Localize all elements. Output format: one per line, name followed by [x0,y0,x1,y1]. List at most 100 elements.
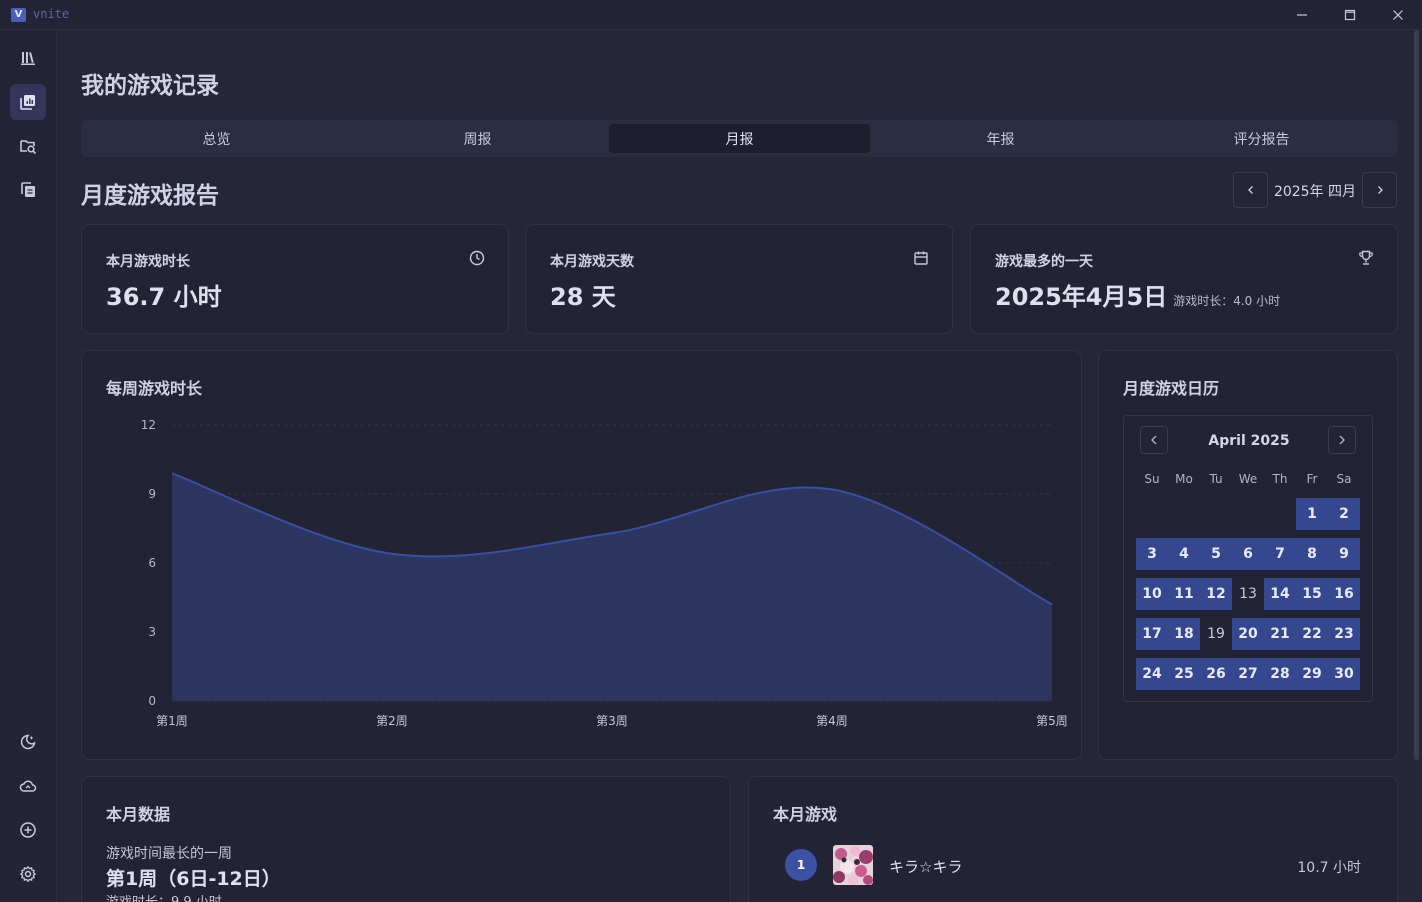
maximize-icon [1344,9,1356,21]
calendar-weekday-label: Fr [1306,472,1318,486]
copy-icon [21,182,35,197]
calendar-day[interactable]: 7 [1264,538,1296,570]
calendar-day[interactable]: 25 [1168,658,1200,690]
sidebar-item-record[interactable] [10,84,46,120]
scan-icon [20,140,37,155]
calendar-day[interactable]: 2 [1328,498,1360,530]
sidebar-item-library[interactable] [10,40,46,76]
calendar-day[interactable]: 27 [1232,658,1264,690]
calendar-weekday-label: Th [1272,472,1288,486]
maximize-button[interactable] [1327,0,1373,30]
sidebar-item-theme[interactable] [10,724,46,760]
calendar: April 2025 Su Mo Tu We Th Fr Sa 1 2 3 4 5 6 7 8 9 10 11 12… [1123,415,1373,702]
x-tick-label: 第3周 [596,714,628,728]
calendar-day[interactable]: 26 [1200,658,1232,690]
app-logo: V [11,8,26,22]
calendar-day[interactable]: 16 [1328,578,1360,610]
calendar-prev-button[interactable] [1140,426,1168,454]
calendar-day[interactable]: 4 [1168,538,1200,570]
rank-badge: 1 [785,849,817,881]
y-tick-label: 12 [141,418,156,432]
sidebar-item-settings[interactable] [10,856,46,892]
x-tick-label: 第1周 [156,714,188,728]
stat-card-total-time: 本月游戏时长 36.7 小时 [81,224,509,334]
stat-value: 28 天 [550,277,616,312]
calendar-day[interactable]: 24 [1136,658,1168,690]
stat-card-top-day: 游戏最多的一天 2025年4月5日 游戏时长：4.0 小时 [970,224,1398,334]
y-tick-label: 9 [148,487,156,501]
calendar-day[interactable]: 8 [1296,538,1328,570]
sidebar-item-scan[interactable] [10,128,46,164]
calendar-day[interactable]: 19 [1200,618,1232,650]
minimize-icon [1297,14,1307,16]
stat-label: 游戏最多的一天 [995,254,1093,270]
calendar-icon [914,251,928,265]
x-tick-label: 第4周 [816,714,848,728]
next-month-button[interactable] [1362,172,1397,208]
calendar-day[interactable]: 17 [1136,618,1168,650]
sidebar-item-copy[interactable] [10,172,46,208]
calendar-day[interactable]: 14 [1264,578,1296,610]
y-tick-label: 6 [148,556,156,570]
calendar-day[interactable]: 30 [1328,658,1360,690]
weekly-time-chart: 0 3 6 9 12 第1周 第2周 第3周 第4周 第5周 [141,418,1068,728]
stat-value: 36.7 小时 [106,277,222,312]
close-button[interactable] [1375,0,1421,30]
clock-icon [469,250,485,266]
stat-value-text: 2025年4月5日 [995,283,1168,311]
minimize-button[interactable] [1279,0,1325,30]
tab-weekly[interactable]: 周报 [347,124,608,153]
calendar-day[interactable]: 1 [1296,498,1328,530]
calendar-day[interactable]: 21 [1264,618,1296,650]
month-data-card: 本月数据 游戏时间最长的一周 第1周（6日-12日） 游戏时长：9.9 小时 [81,776,731,902]
stat-label: 本月游戏时长 [106,254,190,270]
calendar-card: 月度游戏日历 April 2025 Su Mo Tu We Th Fr Sa 1 2 3 4 5 6 7 8… [1098,350,1398,760]
sidebar [0,30,57,902]
calendar-day[interactable]: 6 [1232,538,1264,570]
scrollbar[interactable] [1414,30,1419,760]
calendar-day[interactable]: 12 [1200,578,1232,610]
calendar-day[interactable]: 10 [1136,578,1168,610]
stat-label: 本月游戏天数 [550,254,634,270]
sidebar-item-add[interactable] [10,812,46,848]
library-icon [21,52,35,65]
x-tick-label: 第2周 [376,714,408,728]
settings-icon [19,865,37,883]
calendar-day[interactable]: 11 [1168,578,1200,610]
calendar-day[interactable]: 3 [1136,538,1168,570]
calendar-weekday-label: Tu [1209,472,1223,486]
calendar-title: 月度游戏日历 [1123,379,1220,398]
page-title: 我的游戏记录 [81,73,219,99]
title-bar: V vnite [0,0,1422,30]
chevron-left-icon [1151,435,1157,445]
calendar-day[interactable]: 29 [1296,658,1328,690]
calendar-day[interactable]: 18 [1168,618,1200,650]
calendar-day[interactable]: 20 [1232,618,1264,650]
current-month-label: 2025年 四月 [1273,184,1357,200]
calendar-day[interactable]: 9 [1328,538,1360,570]
chevron-right-icon [1377,186,1383,194]
tab-monthly[interactable]: 月报 [609,124,870,153]
stat-sub: 游戏时长：4.0 小时 [1173,294,1281,308]
calendar-day[interactable]: 13 [1232,578,1264,610]
stat-value: 2025年4月5日 游戏时长：4.0 小时 [995,277,1280,312]
calendar-day[interactable]: 23 [1328,618,1360,650]
calendar-day[interactable]: 28 [1264,658,1296,690]
game-cover-image [833,845,873,885]
prev-month-button[interactable] [1233,172,1268,208]
tab-overview[interactable]: 总览 [86,124,347,153]
stat-value-text: 36.7 小时 [106,283,222,311]
cloud-sync-icon [19,780,37,792]
sidebar-item-cloud-sync[interactable] [10,768,46,804]
stat-value-text: 28 天 [550,283,616,311]
calendar-day[interactable]: 22 [1296,618,1328,650]
record-icon [20,95,35,110]
theme-icon [20,734,36,750]
tab-rating-report[interactable]: 评分报告 [1131,124,1392,153]
calendar-day[interactable]: 5 [1200,538,1232,570]
calendar-day[interactable]: 15 [1296,578,1328,610]
calendar-weekday-label: Mo [1175,472,1193,486]
calendar-next-button[interactable] [1328,426,1356,454]
tab-yearly[interactable]: 年报 [870,124,1131,153]
month-games-card: 本月游戏 1 キラ☆キラ 10.7 小时 [748,776,1398,902]
